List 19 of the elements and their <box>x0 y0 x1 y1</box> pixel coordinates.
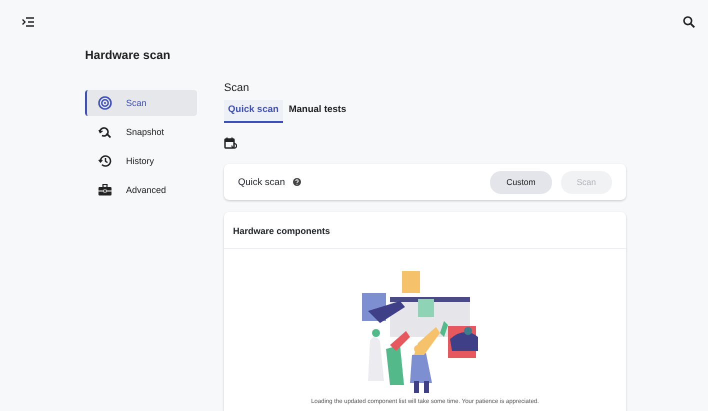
card-title: Hardware components <box>224 212 626 249</box>
help-icon[interactable] <box>293 178 301 186</box>
sidebar-item[interactable]: History <box>85 148 197 174</box>
search-icon[interactable] <box>683 16 695 28</box>
sidebar-item[interactable]: Advanced <box>85 177 197 203</box>
card-title: Quick scan <box>238 176 285 188</box>
tab[interactable]: Manual tests <box>284 100 350 123</box>
custom-button[interactable]: Custom <box>490 170 552 194</box>
tab[interactable]: Quick scan <box>224 100 283 123</box>
toolbox-icon <box>98 184 112 196</box>
menu-icon[interactable] <box>22 17 34 27</box>
section-heading: Scan <box>224 82 250 94</box>
sidebar-item[interactable]: Snapshot <box>85 119 197 145</box>
magnifier-icon <box>98 125 112 139</box>
history-icon <box>98 154 112 168</box>
sidebar-item[interactable]: Scan <box>85 90 197 116</box>
target-icon <box>98 96 112 110</box>
page-title: Hardware scan <box>85 48 172 62</box>
calendar-icon[interactable] <box>224 137 237 150</box>
